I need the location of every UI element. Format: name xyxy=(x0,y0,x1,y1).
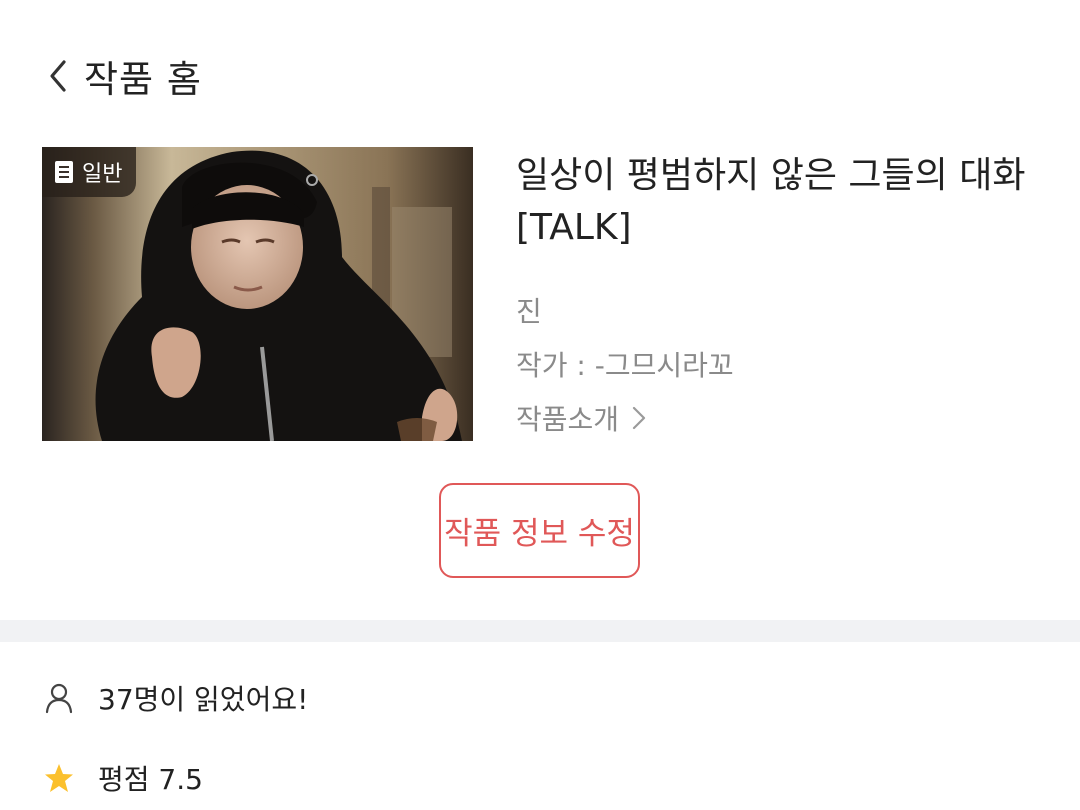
rating-value: 평점 7.5 xyxy=(98,763,203,796)
edit-work-info-button[interactable]: 작품 정보 수정 xyxy=(439,483,640,578)
genre-badge: 일반 xyxy=(42,147,137,197)
genre-label: 일반 xyxy=(82,162,123,187)
person-icon xyxy=(45,683,73,714)
work-intro-label: 작품소개 xyxy=(516,403,620,436)
section-divider xyxy=(0,620,1080,642)
readers-count: 37명이 읽었어요! xyxy=(98,683,309,716)
document-icon xyxy=(55,161,73,183)
work-intro-link[interactable]: 작품소개 xyxy=(516,398,647,438)
work-title-line2: [TALK] xyxy=(516,207,632,248)
back-to-work-home-link[interactable]: 작품 홈 xyxy=(44,48,202,104)
edit-work-info-label: 작품 정보 수정 xyxy=(444,516,635,552)
chevron-right-icon xyxy=(632,406,646,430)
header: 작품 홈 xyxy=(0,0,1080,150)
work-author: 작가 : -그므시라꼬 xyxy=(516,349,734,382)
work-info: 일상이 평범하지 않은 그들의 대화 [TALK] 진 작가 : -그므시라꼬 … xyxy=(516,150,1076,436)
cover-thumbnail[interactable]: 일반 xyxy=(42,147,473,441)
back-label: 작품 홈 xyxy=(84,58,202,101)
work-subname: 진 xyxy=(516,295,542,328)
readers-stat: 37명이 읽었어요! xyxy=(44,678,308,718)
chevron-left-icon xyxy=(50,60,66,92)
work-detail-page: 작품 홈 일반 일상이 평범하지 않은 그들의 대화 [TALK] 진 작가:… xyxy=(0,0,1080,810)
work-title-line1: 일상이 평범하지 않은 그들의 대화 xyxy=(516,155,1026,196)
work-title: 일상이 평범하지 않은 그들의 대화 [TALK] xyxy=(516,150,1076,254)
star-icon xyxy=(45,764,73,792)
rating-stat: 평점 7.5 xyxy=(44,758,203,798)
